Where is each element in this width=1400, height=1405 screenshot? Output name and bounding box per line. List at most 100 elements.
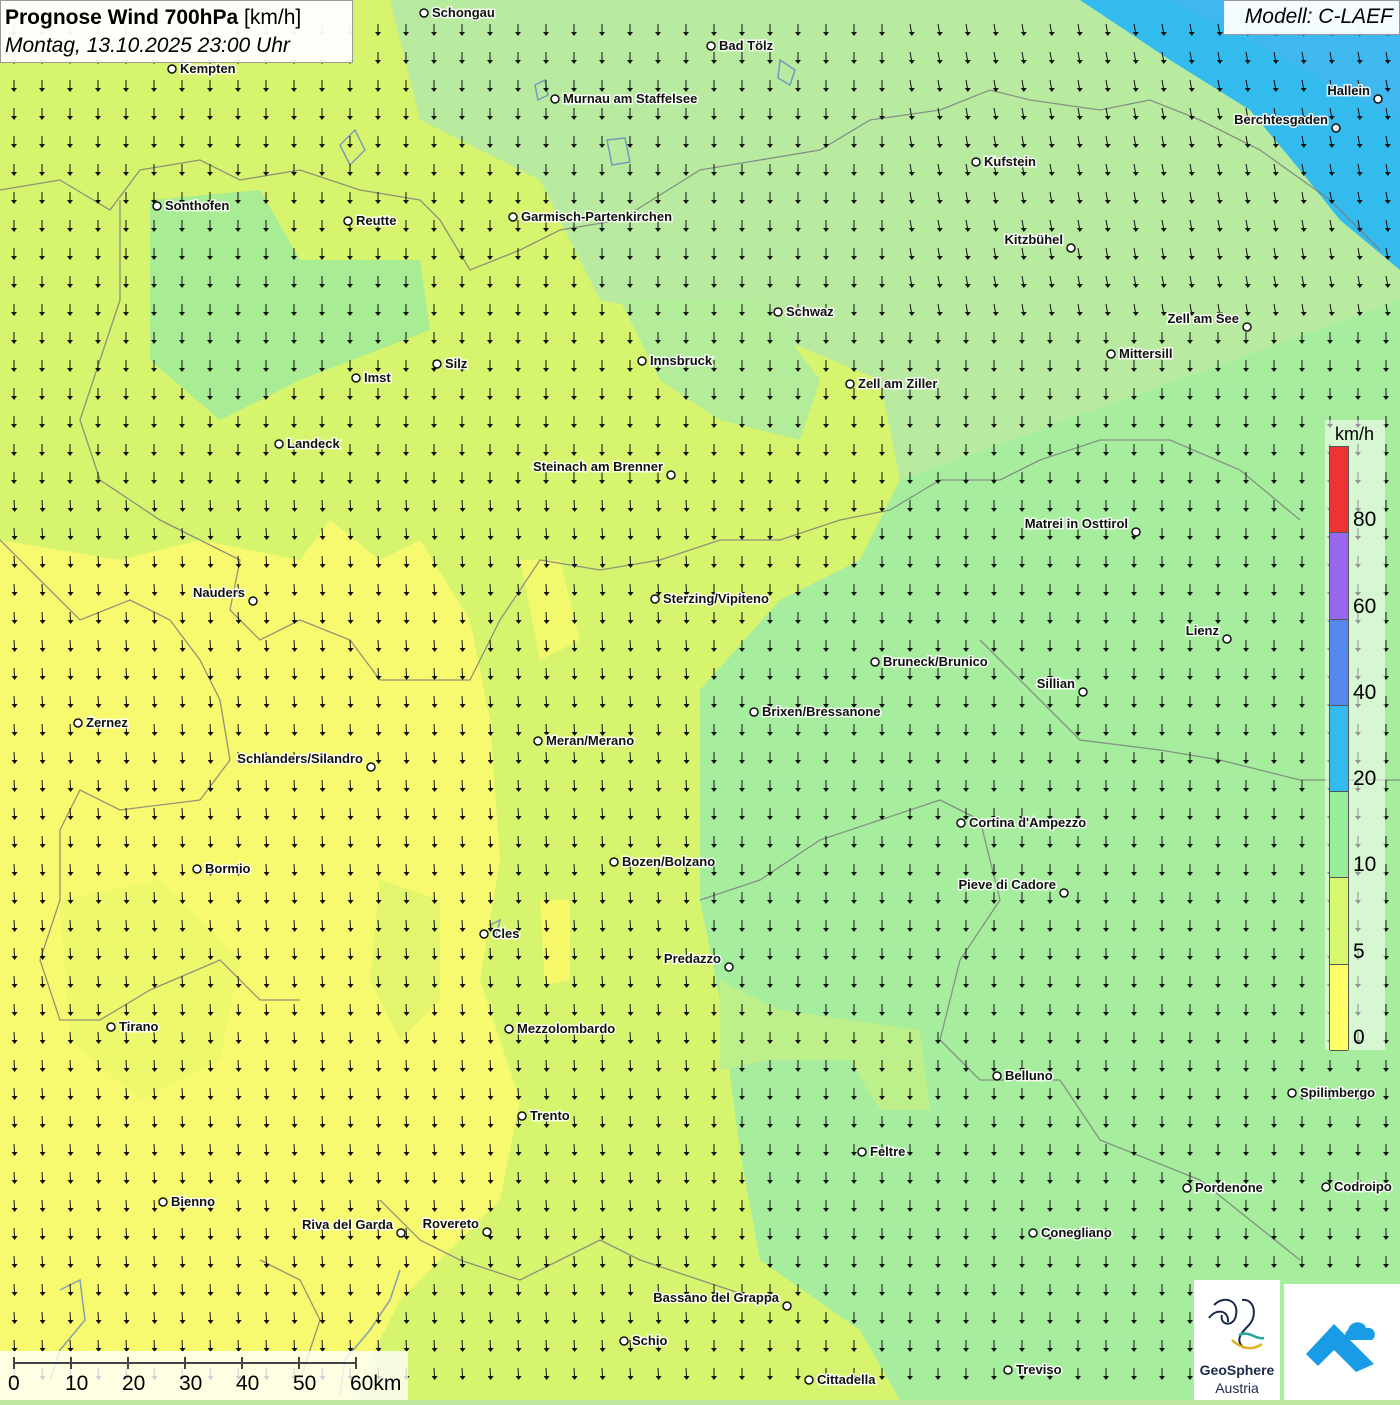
- city-dot: [706, 41, 716, 51]
- city-dot: [1078, 687, 1088, 697]
- city-label: Schlanders/Silandro: [237, 751, 363, 766]
- city-marker[interactable]: Zell am Ziller: [845, 375, 939, 393]
- city-dot: [1242, 322, 1252, 332]
- city-label: Mittersill: [1119, 346, 1172, 361]
- city-label: Nauders: [193, 585, 245, 600]
- city-marker[interactable]: Bruneck/Brunico: [870, 653, 989, 671]
- city-dot: [992, 1071, 1002, 1081]
- city-label: Bozen/Bolzano: [622, 854, 715, 869]
- geosphere-logo[interactable]: GeoSphere Austria: [1194, 1280, 1280, 1400]
- city-dot: [956, 818, 966, 828]
- city-dot: [1059, 888, 1069, 898]
- city-dot: [1066, 243, 1076, 253]
- city-label: Hallein: [1327, 83, 1370, 98]
- city-dot: [508, 212, 518, 222]
- city-label: Tirano: [119, 1019, 159, 1034]
- city-marker[interactable]: Cortina d'Ampezzo: [956, 814, 1088, 832]
- city-dot: [419, 8, 429, 18]
- city-label: Reutte: [356, 213, 396, 228]
- city-dot: [396, 1228, 406, 1238]
- city-label: Riva del Garda: [302, 1217, 394, 1232]
- legend-tick-label: 60: [1353, 594, 1377, 618]
- weather-app-logo[interactable]: [1284, 1284, 1400, 1400]
- legend-color-bar: [1329, 446, 1349, 1051]
- city-dot: [637, 356, 647, 366]
- city-dot: [1028, 1228, 1038, 1238]
- legend-band: [1330, 619, 1348, 706]
- city-label: Bad Tölz: [719, 38, 774, 53]
- city-marker[interactable]: Brixen/Bressanone: [749, 703, 882, 721]
- city-dot: [158, 1197, 168, 1207]
- city-marker[interactable]: Mezzolombardo: [504, 1020, 617, 1038]
- scale-label: 10: [65, 1372, 89, 1395]
- geosphere-swirl-icon: [1208, 1298, 1265, 1350]
- city-label: Bruneck/Brunico: [883, 654, 988, 669]
- map-title-main: Prognose Wind 700hPa: [5, 6, 239, 29]
- city-marker[interactable]: Innsbruck: [637, 352, 714, 370]
- city-label: Sonthofen: [165, 198, 229, 213]
- city-label: Bormio: [205, 861, 251, 876]
- city-label: Predazzo: [664, 951, 721, 966]
- city-label: Murnau am Staffelsee: [563, 91, 697, 106]
- city-marker[interactable]: Murnau am Staffelsee: [550, 90, 699, 108]
- scale-bar-line: [13, 1357, 357, 1369]
- geosphere-country: Austria: [1215, 1380, 1259, 1396]
- city-label: Mezzolombardo: [517, 1021, 615, 1036]
- city-marker[interactable]: Garmisch-Partenkirchen: [508, 208, 674, 226]
- city-dot: [550, 94, 560, 104]
- legend-tick-label: 5: [1353, 939, 1365, 963]
- city-dot: [1182, 1183, 1192, 1193]
- city-label: Feltre: [870, 1144, 905, 1159]
- scale-label: 30: [179, 1372, 203, 1395]
- legend-band: [1330, 792, 1348, 879]
- city-marker[interactable]: Sterzing/Vipiteno: [650, 590, 770, 608]
- wind-map[interactable]: Schongau Bad Tölz Kempten Murnau am Staffel…: [0, 0, 1400, 1400]
- city-dot: [650, 594, 660, 604]
- city-marker[interactable]: Spilimbergo: [1287, 1084, 1377, 1102]
- legend-band: [1330, 878, 1348, 965]
- city-marker[interactable]: Schongau: [419, 4, 496, 22]
- city-label: Steinach am Brenner: [533, 459, 663, 474]
- city-marker[interactable]: Bozen/Bolzano: [609, 853, 717, 871]
- city-label: Rovereto: [423, 1216, 479, 1231]
- scale-label: 60km: [350, 1372, 402, 1395]
- city-label: Spilimbergo: [1300, 1085, 1375, 1100]
- city-dot: [504, 1024, 514, 1034]
- city-label: Innsbruck: [650, 353, 713, 368]
- city-label: Meran/Merano: [546, 733, 634, 748]
- city-dot: [857, 1147, 867, 1157]
- city-dot: [1287, 1088, 1297, 1098]
- city-label: Kempten: [180, 61, 236, 76]
- city-label: Kitzbühel: [1005, 232, 1064, 247]
- color-legend: km/h 0 5 10 20 40 60 80: [1325, 420, 1385, 1051]
- city-dot: [479, 929, 489, 939]
- city-label: Brixen/Bressanone: [762, 704, 881, 719]
- city-dot: [749, 707, 759, 717]
- city-dot: [609, 857, 619, 867]
- scale-label: 40: [236, 1372, 260, 1395]
- city-marker[interactable]: Sonthofen: [152, 197, 231, 215]
- city-dot: [870, 657, 880, 667]
- city-label: Garmisch-Partenkirchen: [521, 209, 672, 224]
- map-title: Prognose Wind 700hPa [km/h]: [5, 4, 348, 32]
- city-label: Landeck: [287, 436, 341, 451]
- legend-band: [1330, 964, 1348, 1051]
- map-title-box: Prognose Wind 700hPa [km/h] Montag, 13.1…: [0, 0, 353, 63]
- city-dot: [1331, 123, 1341, 133]
- city-label: Sterzing/Vipiteno: [663, 591, 769, 606]
- city-label: Kufstein: [984, 154, 1036, 169]
- city-marker[interactable]: Meran/Merano: [533, 732, 636, 750]
- city-marker[interactable]: Pordenone: [1182, 1179, 1264, 1197]
- legend-band: [1330, 533, 1348, 620]
- city-label: Conegliano: [1041, 1225, 1112, 1240]
- city-label: Zell am See: [1167, 311, 1239, 326]
- scale-label: 0: [8, 1372, 20, 1395]
- city-dot: [724, 962, 734, 972]
- city-dot: [517, 1111, 527, 1121]
- city-dot: [192, 864, 202, 874]
- city-label: Zernez: [86, 715, 128, 730]
- city-dot: [1106, 349, 1116, 359]
- city-label: Lienz: [1186, 623, 1220, 638]
- legend-band: [1330, 705, 1348, 793]
- city-marker[interactable]: Conegliano: [1028, 1224, 1113, 1242]
